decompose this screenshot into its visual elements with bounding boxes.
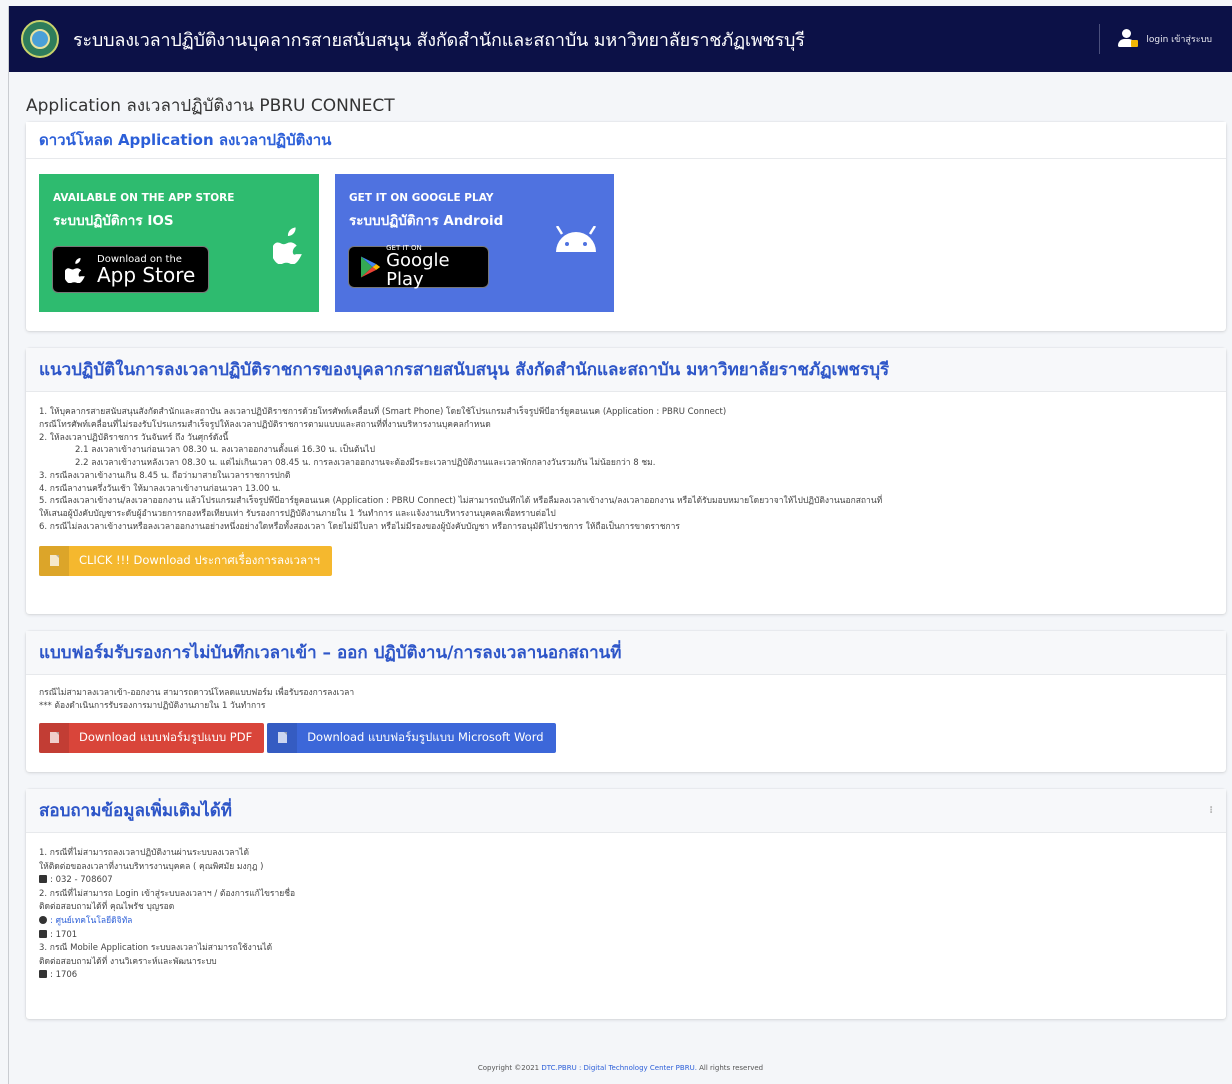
guideline-line: 6. กรณีไม่ลงเวลาเข้างานหรือลงเวลาออกงานอ… bbox=[39, 521, 680, 532]
google-play-badge[interactable]: GET IT ON Google Play bbox=[348, 244, 489, 290]
digital-center-link[interactable]: : ศูนย์เทคโนโลยีดิจิทัล bbox=[50, 916, 132, 926]
guideline-line: 5. กรณีลงเวลาเข้างาน/ลงเวลาออกงาน แล้วโป… bbox=[39, 496, 883, 507]
contact-line: 2. กรณีที่ไม่สามารถ Login เข้าสู่ระบบลงเ… bbox=[39, 888, 296, 899]
form-card-title: แบบฟอร์มรับรองการไม่บันทึกเวลาเข้า – ออก… bbox=[26, 631, 1226, 675]
contact-line: 1. กรณีที่ไม่สามารถลงเวลาปฏิบัติงานผ่านร… bbox=[39, 848, 250, 858]
contact-line: 3. กรณี Mobile Application ระบบลงเวลาไม่… bbox=[39, 943, 273, 954]
google-play-badge-big: Google Play bbox=[386, 250, 450, 290]
phone-icon bbox=[39, 929, 47, 938]
app-store-badge-big: App Store bbox=[97, 262, 196, 287]
user-lock-icon bbox=[1118, 29, 1139, 49]
android-icon bbox=[555, 226, 597, 252]
phone-icon bbox=[39, 970, 47, 979]
form-note: กรณีไม่สามาลงเวลาเข้า-ออกงาน สามารถดาวน์… bbox=[39, 688, 355, 698]
download-announcement-button[interactable]: CLICK !!! Download ประกาศเรื่องการลงเวลา… bbox=[39, 545, 332, 576]
contact-card: สอบถามข้อมูลเพิ่มเติมได้ที่ ⁝ 1. กรณีที่… bbox=[26, 789, 1226, 1019]
contact-line: ให้ติดต่อขอลงเวลาที่งานบริหารงานบุคคล ( … bbox=[39, 861, 264, 872]
guideline-line: 2. ให้ลงเวลาปฏิบัติราชการ วันจันทร์ ถึง … bbox=[39, 432, 229, 443]
apple-icon bbox=[65, 257, 85, 283]
download-word-label: Download แบบฟอร์มรูปแบบ Microsoft Word bbox=[307, 729, 544, 744]
guideline-line: ให้เสนอผู้บังคับบัญชาระดับผู้อำนวยการกอง… bbox=[39, 509, 556, 519]
pdf-file-icon bbox=[49, 732, 59, 743]
contact-phone: : 1701 bbox=[50, 929, 78, 940]
guideline-line: 2.1 ลงเวลาเข้างานก่อนเวลา 08.30 น. ลงเวล… bbox=[75, 445, 375, 456]
download-announcement-label: CLICK !!! Download ประกาศเรื่องการลงเวลา… bbox=[79, 552, 320, 567]
android-tile: GET IT ON GOOGLE PLAY ระบบปฏิบัติการ And… bbox=[335, 174, 614, 312]
top-navbar: ระบบลงเวลาปฏิบัติงานบุคลากรสายสนับสนุน ส… bbox=[9, 6, 1232, 72]
download-pdf-button[interactable]: Download แบบฟอร์มรูปแบบ PDF bbox=[39, 722, 265, 753]
download-card: ดาวน์โหลด Application ลงเวลาปฏิบัติงาน A… bbox=[26, 122, 1226, 331]
word-file-icon bbox=[277, 732, 287, 743]
guideline-line: 2.2 ลงเวลาเข้างานหลังเวลา 08.30 น. แต่ไม… bbox=[75, 458, 656, 468]
card-tools-icon[interactable]: ⁝ bbox=[1209, 805, 1213, 816]
page-title: Application ลงเวลาปฏิบัติงาน PBRU CONNEC… bbox=[26, 96, 395, 116]
footer-suffix: All rights reserved bbox=[696, 1064, 764, 1072]
guideline-line: กรณีโทรศัพท์เคลื่อนที่ไม่รองรับโปรแกรมสำ… bbox=[39, 419, 491, 430]
contact-line: ติดต่อสอบถามได้ที่ คุณไพรัช บุญรอด bbox=[39, 902, 175, 913]
ios-tile: AVAILABLE ON THE APP STORE ระบบปฏิบัติกา… bbox=[39, 174, 319, 312]
download-card-title: ดาวน์โหลด Application ลงเวลาปฏิบัติงาน bbox=[26, 122, 1226, 159]
guideline-line: 3. กรณีลงเวลาเข้างานเกิน 8.45 น. ถือว่าม… bbox=[39, 470, 291, 481]
contact-phone: : 1706 bbox=[50, 970, 78, 981]
footer-prefix: Copyright ©2021 bbox=[477, 1064, 542, 1072]
ios-tile-small: AVAILABLE ON THE APP STORE bbox=[53, 192, 235, 204]
form-card: แบบฟอร์มรับรองการไม่บันทึกเวลาเข้า – ออก… bbox=[26, 631, 1226, 772]
apple-icon bbox=[273, 227, 302, 264]
guideline-card-title: แนวปฏิบัติในการลงเวลาปฏิบัติราชการของบุค… bbox=[26, 348, 1226, 392]
download-word-button[interactable]: Download แบบฟอร์มรูปแบบ Microsoft Word bbox=[267, 722, 556, 753]
app-store-badge[interactable]: Download on the App Store bbox=[52, 246, 209, 293]
university-logo[interactable] bbox=[21, 20, 59, 58]
login-link[interactable]: login เข้าสู่ระบบ bbox=[1099, 24, 1212, 54]
guideline-line: 4. กรณีลางานครึ่งวันเช้า ให้มาลงเวลาเข้า… bbox=[39, 483, 281, 494]
footer: Copyright ©2021 DTC.PBRU : Digital Techn… bbox=[9, 1064, 1232, 1072]
contact-line: ติดต่อสอบถามได้ที่ งานวิเคราะห์และพัฒนาร… bbox=[39, 956, 217, 967]
guideline-card: แนวปฏิบัติในการลงเวลาปฏิบัติราชการของบุค… bbox=[26, 348, 1226, 614]
contact-card-header: สอบถามข้อมูลเพิ่มเติมได้ที่ ⁝ bbox=[26, 789, 1226, 833]
contact-phone: : 032 - 708607 bbox=[50, 875, 113, 886]
guideline-line: 1. ให้บุคลากรสายสนับสนุนสังกัดสำนักและสถ… bbox=[39, 407, 727, 417]
play-store-icon bbox=[361, 256, 381, 278]
login-label: login เข้าสู่ระบบ bbox=[1146, 35, 1212, 45]
ios-tile-big: ระบบปฏิบัติการ IOS bbox=[53, 213, 174, 229]
android-tile-small: GET IT ON GOOGLE PLAY bbox=[349, 192, 494, 204]
page-frame: ระบบลงเวลาปฏิบัติงานบุคลากรสายสนับสนุน ส… bbox=[8, 6, 1232, 1084]
footer-link[interactable]: DTC.PBRU : Digital Technology Center PBR… bbox=[541, 1064, 697, 1072]
file-icon bbox=[49, 555, 59, 566]
phone-icon bbox=[39, 875, 47, 884]
site-title: ระบบลงเวลาปฏิบัติงานบุคลากรสายสนับสนุน ส… bbox=[73, 29, 805, 51]
contact-card-title: สอบถามข้อมูลเพิ่มเติมได้ที่ bbox=[39, 801, 232, 821]
facebook-icon bbox=[39, 915, 47, 924]
form-deadline-note: *** ต้องดำเนินการรับรองการมาปฏิบัติงานภา… bbox=[39, 700, 266, 711]
download-pdf-label: Download แบบฟอร์มรูปแบบ PDF bbox=[79, 729, 253, 744]
